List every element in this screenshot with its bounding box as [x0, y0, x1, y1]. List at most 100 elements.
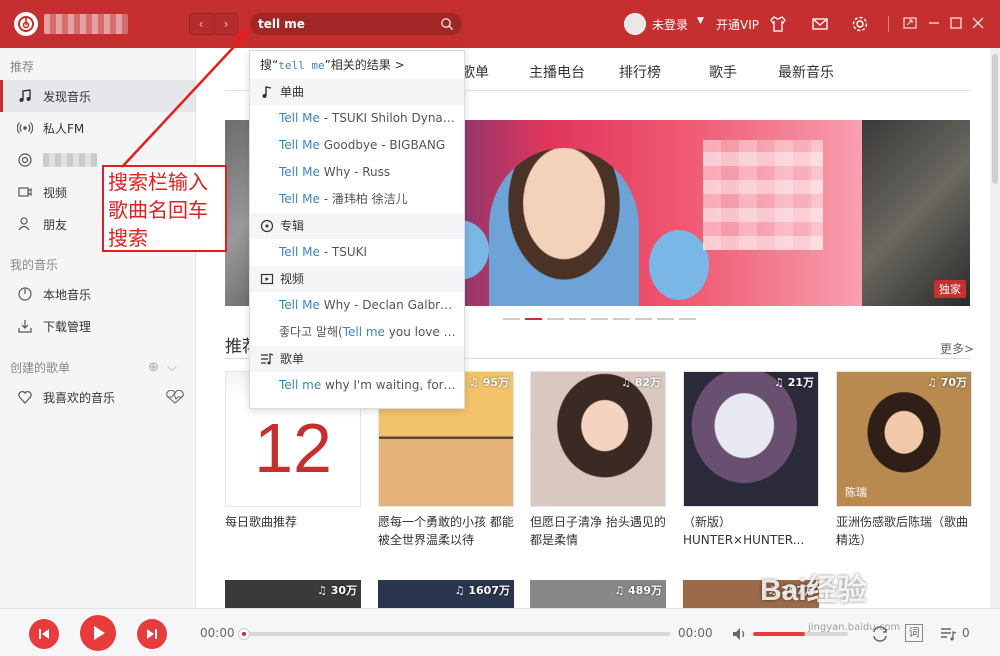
caret-down-icon[interactable]: ▼ [697, 16, 704, 26]
suggest-category-albums: 专辑 [250, 213, 464, 239]
maximize-icon[interactable] [948, 15, 964, 31]
mini-mode-icon[interactable] [902, 15, 918, 31]
playlist-title[interactable]: 但愿日子清净 抬头遇见的都是柔情 [530, 513, 666, 549]
sidebar-item-label: 本地音乐 [43, 287, 92, 302]
play-count: ♫ 1607万 [454, 584, 510, 597]
annotation-text: 搜索栏输入歌曲名回车搜索 [108, 170, 208, 250]
carousel-dot-active[interactable] [525, 318, 542, 320]
playlist-card[interactable]: ♫ 70万 陈瑞 亚洲伤感歌后陈瑞（歌曲精选） [836, 371, 972, 549]
chevron-down-icon[interactable]: ⌵ [167, 360, 177, 375]
volume-level [753, 632, 806, 636]
progress-handle[interactable] [238, 628, 250, 640]
add-playlist-icon[interactable]: ⊕ [148, 360, 159, 375]
playlist-title[interactable]: 亚洲伤感歌后陈瑞（歌曲精选） [836, 513, 972, 549]
carousel-dot[interactable] [547, 318, 564, 320]
carousel-dot[interactable] [503, 318, 520, 320]
search-icon[interactable] [440, 17, 454, 31]
playlist-title[interactable]: （新版）HUNTER×HUNTER... [683, 513, 819, 549]
baidu-watermark: Bai经验 [760, 574, 867, 607]
progress-slider[interactable] [238, 628, 670, 640]
scrollbar[interactable] [990, 48, 1000, 608]
avatar[interactable] [624, 13, 646, 35]
volume-icon[interactable] [731, 625, 749, 643]
suggest-category-playlists: 歌单 [250, 346, 464, 372]
back-button[interactable]: ‹ [189, 13, 213, 35]
settings-gear-icon[interactable] [850, 14, 870, 34]
playlist-queue-icon[interactable] [938, 624, 958, 644]
tab-new-music[interactable]: 最新音乐 [778, 62, 834, 82]
suggest-song-item[interactable]: Tell Me Goodbye - BIGBANG [250, 132, 464, 159]
suggest-song-item[interactable]: Tell Me - TSUKI Shiloh Dynasty [250, 105, 464, 132]
suggest-song-item[interactable]: Tell Me Why - Russ [250, 159, 464, 186]
scrollbar-thumb[interactable] [992, 54, 998, 184]
sidebar-item-discover[interactable]: 发现音乐 [0, 80, 195, 112]
playlist-card[interactable]: ♫ 30万 [225, 580, 361, 608]
tab-radio[interactable]: 主播电台 [529, 62, 585, 82]
suggest-category-videos: 视频 [250, 266, 464, 292]
search-all-results-link[interactable]: 搜“tell me”相关的结果 > [250, 51, 464, 79]
sidebar-item-downloads[interactable]: 下载管理 [0, 310, 195, 342]
skip-previous-icon [39, 629, 49, 639]
previous-track-button[interactable] [29, 619, 59, 649]
lyrics-button[interactable]: 词 [905, 624, 923, 642]
playlist-title[interactable]: 每日歌曲推荐 [225, 513, 361, 549]
carousel-dot[interactable] [569, 318, 586, 320]
playlist-card[interactable]: ♫ 489万 [530, 580, 666, 608]
tab-charts[interactable]: 排行榜 [619, 62, 661, 82]
play-button[interactable] [80, 615, 116, 651]
forward-button[interactable]: › [214, 13, 238, 35]
more-link[interactable]: 更多> [940, 340, 974, 357]
banner-blurred-text [703, 140, 823, 250]
playlist-cover[interactable]: ♫ 82万 [530, 371, 666, 507]
play-count: ♫ 95万 [468, 376, 509, 389]
suggest-album-item[interactable]: Tell Me - TSUKI [250, 239, 464, 266]
carousel-dot[interactable] [613, 318, 630, 320]
play-count: ♫ 489万 [614, 584, 662, 597]
local-disc-icon [18, 287, 32, 301]
daily-date-number: 12 [254, 409, 332, 487]
suggest-video-item[interactable]: Tell Me Why - Declan Galbraith [250, 292, 464, 319]
minimize-icon[interactable] [926, 15, 942, 31]
tab-artists[interactable]: 歌手 [709, 62, 737, 82]
app-logo[interactable] [14, 12, 38, 36]
close-icon[interactable] [970, 15, 986, 31]
playlist-cover[interactable]: ♫ 21万 [683, 371, 819, 507]
playlist-card[interactable]: ♫ 82万 但愿日子清净 抬头遇见的都是柔情 [530, 371, 666, 549]
suggest-category-songs: 单曲 [250, 79, 464, 105]
sidebar-item-favorites[interactable]: 我喜欢的音乐 [0, 381, 195, 413]
vip-link[interactable]: 开通VIP [716, 16, 759, 33]
sidebar-item-local-music[interactable]: 本地音乐 [0, 278, 195, 310]
banner-next-slide[interactable]: 独家 [862, 120, 970, 306]
play-icon [94, 626, 105, 640]
playlist-title[interactable]: 愿每一个勇敢的小孩 都能被全世界温柔以待 [378, 513, 514, 549]
skip-next-icon [147, 629, 157, 639]
playlist-icon [261, 353, 274, 365]
sidebar-item-label: 下载管理 [43, 319, 92, 334]
sidebar-item-label: 朋友 [43, 217, 68, 232]
carousel-dot[interactable] [657, 318, 674, 320]
suggest-video-item[interactable]: 좋다고 말해(Tell me you love m... [250, 319, 464, 346]
sidebar-item-fm[interactable]: 私人FM [0, 112, 195, 144]
sidebar-item-label: 发现音乐 [43, 89, 92, 104]
tab-playlists[interactable]: 歌单 [461, 62, 489, 82]
search-box[interactable] [250, 13, 462, 35]
mail-icon[interactable] [810, 14, 830, 34]
skin-shirt-icon[interactable] [768, 14, 788, 34]
suggest-song-item[interactable]: Tell Me - 潘玮柏 徐洁儿 [250, 186, 464, 213]
carousel-dot[interactable] [635, 318, 652, 320]
suggest-playlist-item[interactable]: Tell me why I'm waiting, for so... [250, 372, 464, 399]
play-count: ♫ 21万 [773, 376, 814, 389]
sidebar: 推荐 发现音乐 私人FM 视频 朋友 我的音乐 本地音乐 下载管理 创建的歌单 … [0, 48, 196, 608]
playlist-card[interactable]: ♫ 1607万 [378, 580, 514, 608]
carousel-dot[interactable] [591, 318, 608, 320]
playlist-card[interactable]: ♫ 21万 （新版）HUNTER×HUNTER... [683, 371, 819, 549]
playlist-cover[interactable]: ♫ 70万 陈瑞 [836, 371, 972, 507]
login-link[interactable]: 未登录 [652, 16, 688, 33]
carousel-dot[interactable] [679, 318, 696, 320]
app-name-blurred [44, 14, 128, 34]
heartbeat-mode-icon[interactable] [165, 390, 185, 404]
next-track-button[interactable] [137, 619, 167, 649]
search-input[interactable] [258, 17, 440, 31]
music-note-icon [262, 86, 272, 98]
music-note-icon [19, 89, 31, 102]
